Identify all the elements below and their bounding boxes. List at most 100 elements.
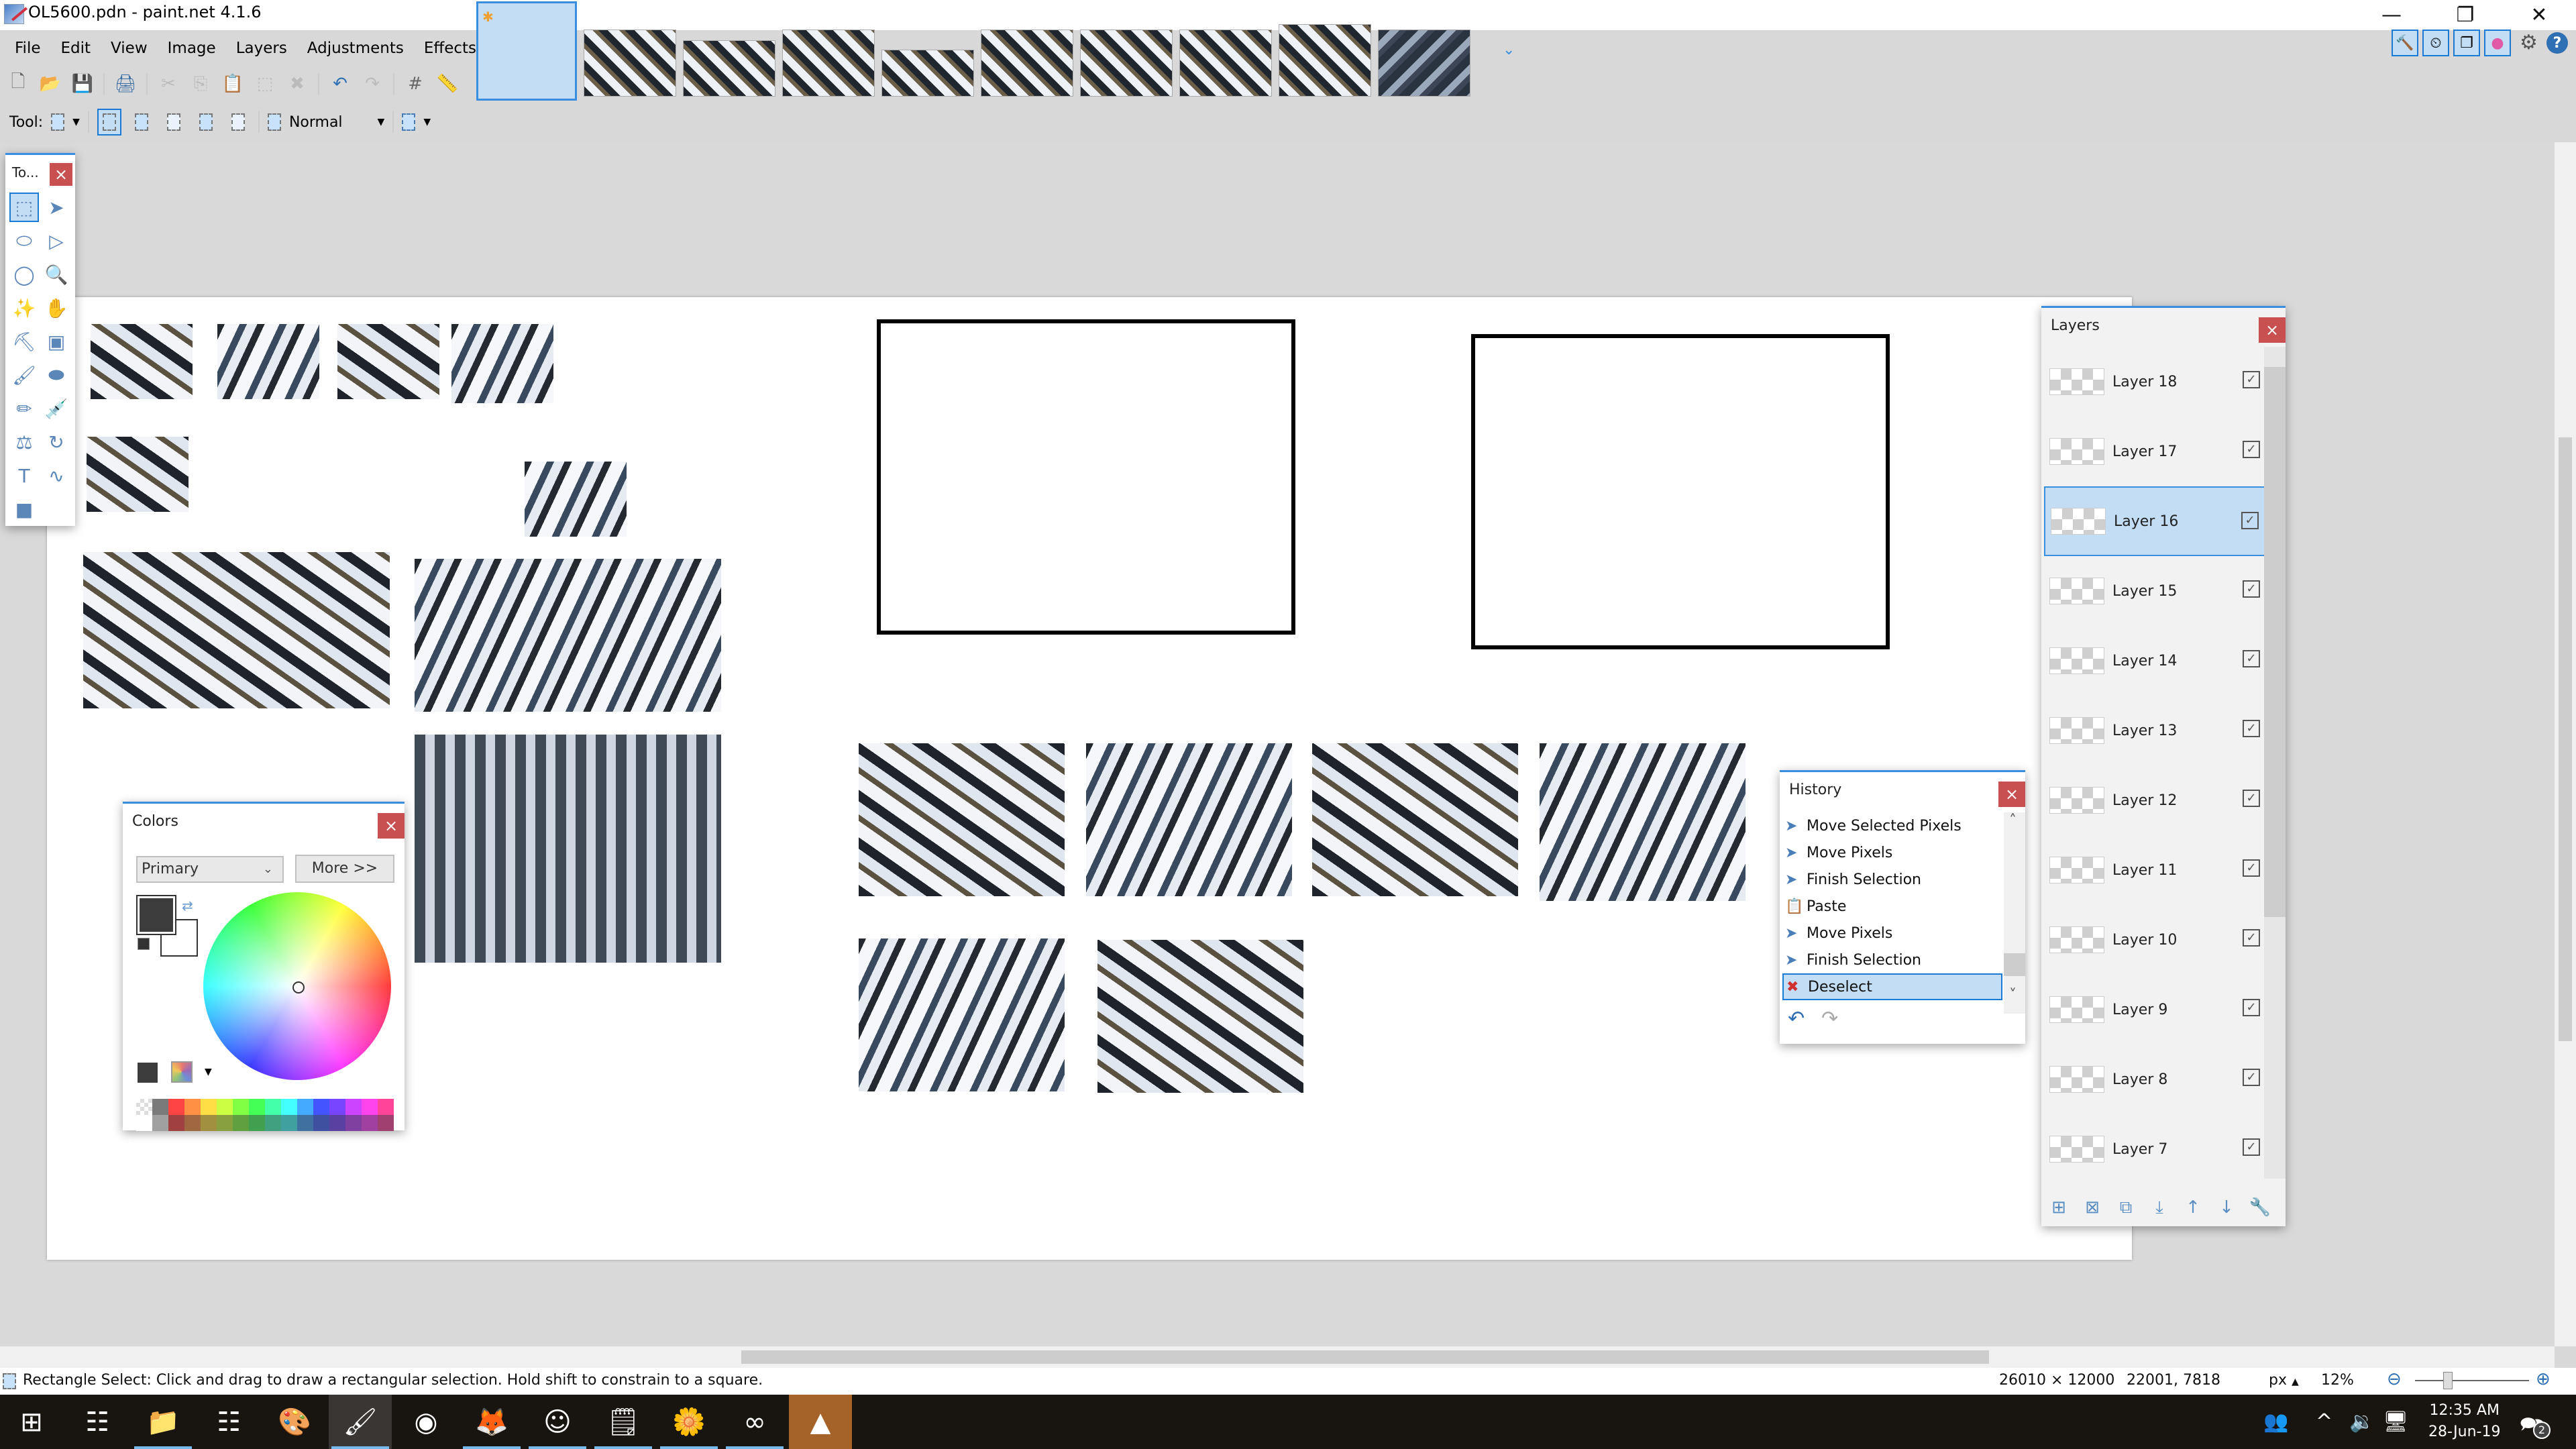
minimize-button[interactable]: — [2355, 0, 2428, 30]
document-tab[interactable] [1080, 30, 1173, 97]
units-select[interactable]: px ▲ [2269, 1372, 2299, 1389]
history-panel-close-button[interactable]: × [1998, 782, 2025, 807]
taskbar-file-explorer[interactable]: 📁 [131, 1395, 195, 1449]
color-wheel-cursor[interactable] [292, 981, 305, 994]
palette-swatch[interactable] [378, 1115, 394, 1131]
palette-swatch[interactable] [184, 1099, 201, 1115]
palette-swatch[interactable] [168, 1115, 184, 1131]
move-layer-down-icon[interactable]: ↓ [2216, 1197, 2237, 1218]
scroll-down-icon[interactable]: ˅ [2009, 987, 2017, 1004]
layer-row[interactable]: Layer 16 ✓ [2044, 486, 2265, 556]
tool-pencil[interactable]: ✏ [9, 394, 39, 423]
menu-effects[interactable]: Effects [424, 40, 476, 57]
history-item[interactable]: ✖ Deselect [1782, 973, 2002, 1000]
palette-swatch[interactable] [201, 1099, 217, 1115]
layer-visibility-checkbox[interactable]: ✓ [2243, 650, 2260, 667]
palette-swatch[interactable] [329, 1115, 345, 1131]
layer-row[interactable]: Layer 15 ✓ [2044, 556, 2265, 626]
tool-paintbrush[interactable]: 🖌 [9, 360, 39, 390]
open-file-icon[interactable]: 📂 [39, 72, 62, 95]
palette-menu-icon[interactable] [171, 1061, 193, 1083]
tool-lasso-select[interactable]: ⬭ [9, 226, 39, 256]
duplicate-layer-icon[interactable]: ⧉ [2115, 1197, 2137, 1218]
more-colors-button[interactable]: More >> [295, 855, 394, 883]
palette-swatch[interactable] [217, 1099, 233, 1115]
tool-clone-stamp[interactable]: ⚖ [9, 427, 39, 457]
taskbar-photo-viewer[interactable]: 🌼 [657, 1395, 720, 1449]
palette-swatch[interactable] [152, 1115, 168, 1131]
add-to-palette-icon[interactable] [138, 1063, 158, 1083]
menu-file[interactable]: File [15, 40, 41, 57]
print-icon[interactable]: 🖨 [114, 72, 137, 95]
tool-recolor[interactable]: ↻ [42, 427, 71, 457]
palette-swatch[interactable] [281, 1115, 297, 1131]
selection-mode-intersect[interactable] [194, 109, 218, 136]
layer-row[interactable]: Layer 17 ✓ [2044, 417, 2265, 486]
taskbar-discord[interactable]: ☺ [526, 1395, 589, 1449]
layer-visibility-checkbox[interactable]: ✓ [2243, 1069, 2260, 1086]
taskbar-firefox[interactable]: 🦊 [460, 1395, 523, 1449]
taskbar-start[interactable]: ⊞ [0, 1395, 63, 1449]
ruler-icon[interactable]: 📏 [436, 72, 459, 95]
color-target-select[interactable]: Primary ⌄ [136, 856, 284, 883]
taskbar-paint-net[interactable]: 🖌 [329, 1395, 392, 1449]
tool-ellipse-select[interactable]: ◯ [9, 260, 39, 289]
tools-panel-toggle[interactable]: 🔨 [2392, 30, 2418, 56]
copy-icon[interactable]: ⎘ [189, 72, 212, 95]
menu-view[interactable]: View [111, 40, 148, 57]
palette-swatch[interactable] [265, 1099, 281, 1115]
reset-colors-icon[interactable] [138, 938, 150, 950]
clipping-dropdown-arrow[interactable]: ▼ [423, 117, 431, 127]
taskbar-app-infinity[interactable]: ∞ [723, 1395, 786, 1449]
tool-text[interactable]: T [9, 461, 39, 490]
move-layer-up-icon[interactable]: ↑ [2182, 1197, 2204, 1218]
merge-layer-down-icon[interactable]: ⤓ [2149, 1197, 2170, 1218]
document-tab[interactable] [683, 40, 775, 97]
palette-swatch[interactable] [217, 1115, 233, 1131]
new-file-icon[interactable]: 🗋 [7, 72, 30, 95]
history-item[interactable]: 📋 Paste [1782, 893, 2002, 920]
blend-mode-select[interactable]: Normal [289, 114, 343, 131]
save-icon[interactable]: 💾 [71, 72, 94, 95]
layer-visibility-checkbox[interactable]: ✓ [2241, 512, 2259, 529]
tool-dropdown-arrow[interactable]: ▼ [72, 117, 80, 127]
layers-scroll-thumb[interactable] [2264, 367, 2286, 917]
zoom-out-icon[interactable]: ⊖ [2387, 1369, 2402, 1389]
swap-colors-icon[interactable]: ⇄ [182, 898, 193, 914]
paste-icon[interactable]: 📋 [221, 72, 244, 95]
palette-swatch[interactable] [184, 1115, 201, 1131]
layer-row[interactable]: Layer 13 ✓ [2044, 696, 2265, 765]
history-scrollbar[interactable]: ˄ ˅ [2004, 812, 2025, 1014]
horizontal-scrollbar[interactable] [0, 1346, 2555, 1368]
tool-zoom[interactable]: 🔍 [42, 260, 71, 289]
palette-swatch[interactable] [345, 1115, 362, 1131]
tool-magic-wand[interactable]: ✨ [9, 293, 39, 323]
document-tab[interactable] [584, 30, 676, 97]
menu-edit[interactable]: Edit [61, 40, 91, 57]
document-tab[interactable] [1378, 30, 1470, 97]
layers-panel-close-button[interactable]: × [2259, 317, 2286, 343]
layer-row[interactable]: Layer 18 ✓ [2044, 347, 2265, 417]
palette-swatch[interactable] [297, 1115, 313, 1131]
layer-visibility-checkbox[interactable]: ✓ [2243, 859, 2260, 877]
add-layer-icon[interactable]: ⊞ [2048, 1197, 2070, 1218]
layer-properties-icon[interactable]: 🔧 [2249, 1197, 2271, 1218]
horizontal-scroll-thumb[interactable] [741, 1350, 1989, 1364]
layer-visibility-checkbox[interactable]: ✓ [2243, 720, 2260, 737]
layer-visibility-checkbox[interactable]: ✓ [2243, 1138, 2260, 1156]
network-icon[interactable]: 🖥 [2383, 1395, 2408, 1449]
palette-swatch[interactable] [233, 1099, 249, 1115]
close-button[interactable]: ✕ [2502, 0, 2576, 30]
taskbar-paint[interactable]: 🎨 [263, 1395, 326, 1449]
tool-gradient[interactable]: ▣ [42, 327, 71, 356]
tool-line-curve[interactable]: ∿ [42, 461, 71, 490]
zoom-in-icon[interactable]: ⊕ [2536, 1369, 2551, 1389]
cut-icon[interactable]: ✂ [157, 72, 180, 95]
restore-button[interactable]: ❐ [2428, 0, 2502, 30]
layer-row[interactable]: Layer 11 ✓ [2044, 835, 2265, 905]
tool-move-selected-pixels[interactable]: ➤ [42, 193, 71, 222]
selection-mode-exclude[interactable] [162, 109, 186, 136]
palette-swatch[interactable] [362, 1115, 378, 1131]
layers-panel-toggle[interactable]: ❐ [2453, 30, 2480, 56]
zoom-slider-track[interactable] [2415, 1380, 2529, 1381]
